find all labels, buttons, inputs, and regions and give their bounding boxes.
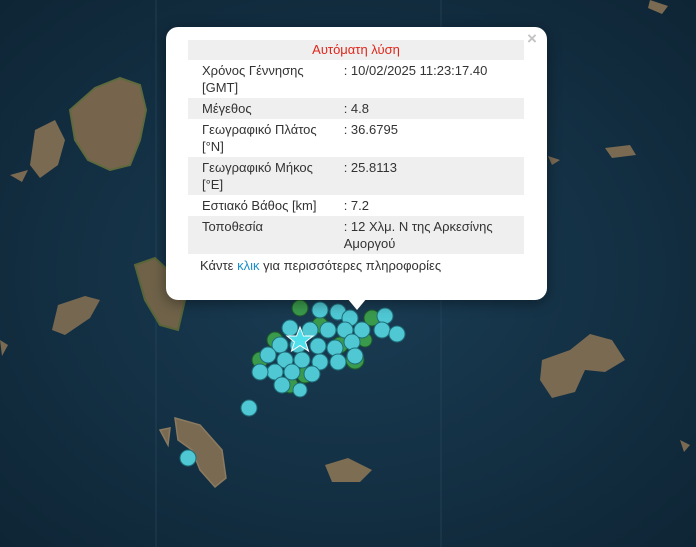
row-latitude: Γεωγραφικό Πλάτος [°N] : 36.6795 [188, 119, 524, 157]
event-marker [343, 333, 361, 351]
row-depth: Εστιακό Βάθος [km] : 7.2 [188, 195, 524, 216]
label-latitude: Γεωγραφικό Πλάτος [°N] [202, 122, 317, 154]
event-marker [283, 363, 301, 381]
more-info-link[interactable]: κλικ [237, 258, 259, 273]
event-marker [240, 399, 258, 417]
value-depth: : 7.2 [343, 198, 369, 213]
more-info-text: Κάντε κλικ για περισσότερες πληροφορίες [200, 258, 442, 273]
popup-title: Αυτόματη λύση [188, 40, 524, 60]
value-magnitude: : 4.8 [343, 98, 524, 119]
close-icon[interactable]: × [523, 30, 541, 48]
value-origin-time: : 10/02/2025 11:23:17.40 [343, 63, 488, 78]
event-marker [309, 337, 327, 355]
event-marker [273, 376, 291, 394]
value-location: : 12 Χλμ. Ν της Αρκεσίνης Αμοργού [343, 216, 524, 254]
label-depth: Εστιακό Βάθος [km] [202, 198, 317, 213]
event-marker [179, 449, 197, 467]
event-marker [319, 321, 337, 339]
event-marker [329, 353, 347, 371]
event-marker [311, 301, 329, 319]
event-marker [281, 319, 299, 337]
popup-tip [347, 298, 367, 310]
older-event-marker [291, 299, 309, 317]
value-latitude: : 36.6795 [343, 122, 398, 137]
row-location: Τοποθεσία : 12 Χλμ. Ν της Αρκεσίνης Αμοργ… [188, 216, 524, 254]
event-marker [303, 365, 321, 383]
label-magnitude: Μέγεθος [188, 98, 344, 119]
label-longitude: Γεωγραφικό Μήκος [°E] [188, 157, 344, 195]
event-marker [373, 321, 391, 339]
event-marker [346, 347, 364, 365]
event-marker [376, 307, 394, 325]
label-origin-time: Χρόνος Γέννησης [GMT] [202, 63, 304, 95]
event-marker [292, 382, 308, 398]
event-marker [388, 325, 406, 343]
event-marker [326, 339, 344, 357]
row-magnitude: Μέγεθος : 4.8 [188, 98, 524, 119]
value-longitude: : 25.8113 [343, 157, 524, 195]
event-marker [259, 346, 277, 364]
earthquake-info-popup: × Αυτόματη λύση Χρόνος Γέννησης [GMT] : 1… [166, 27, 547, 300]
info-table: Χρόνος Γέννησης [GMT] : 10/02/2025 11:23:… [188, 60, 524, 254]
row-longitude: Γεωγραφικό Μήκος [°E] : 25.8113 [188, 157, 524, 195]
row-origin-time: Χρόνος Γέννησης [GMT] : 10/02/2025 11:23:… [188, 60, 524, 98]
event-marker [251, 363, 269, 381]
label-location: Τοποθεσία [188, 216, 344, 254]
